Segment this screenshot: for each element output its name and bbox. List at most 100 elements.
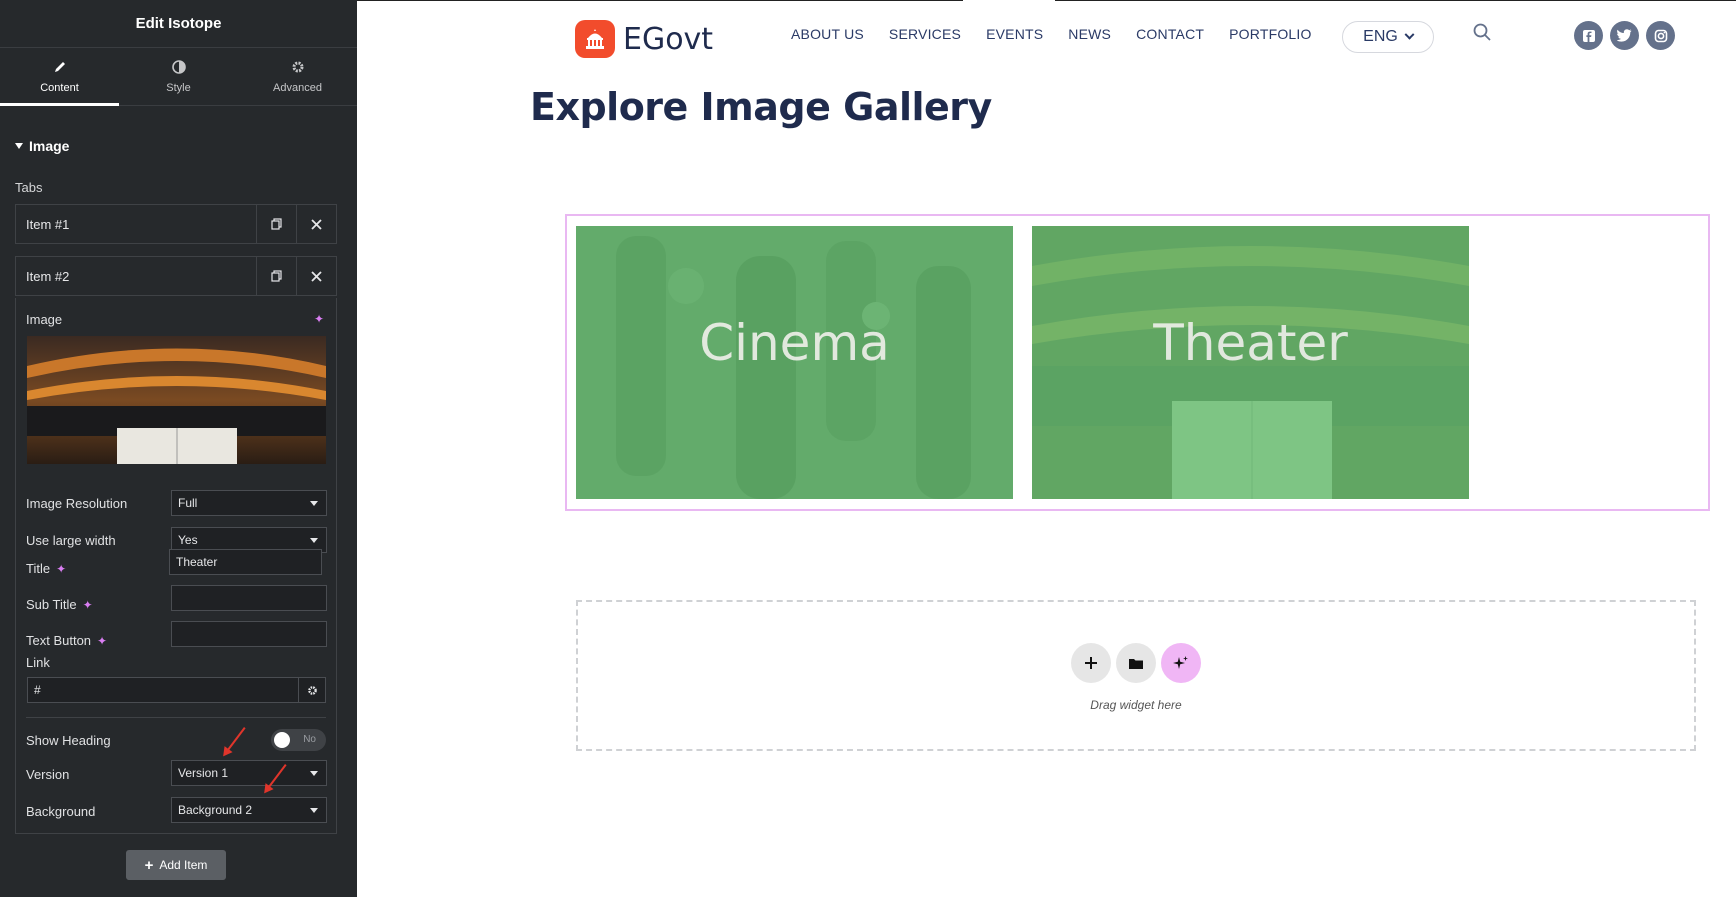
site-canvas: EGovt ABOUT US SERVICES EVENTS NEWS CONT… (357, 0, 1736, 897)
chevron-down-icon (310, 770, 318, 776)
nav-news[interactable]: NEWS (1068, 26, 1111, 42)
version-field-label: Version (26, 767, 69, 782)
gear-icon (291, 60, 305, 77)
dropzone-text: Drag widget here (1090, 698, 1182, 712)
link-field-label: Link (26, 655, 50, 670)
facebook-icon[interactable] (1574, 21, 1603, 50)
repeater-item-label: Item #2 (26, 268, 70, 284)
use-large-width-label: Use large width (26, 533, 116, 548)
use-large-width-value: Yes (178, 533, 198, 547)
tab-style[interactable]: Style (119, 48, 238, 105)
capitol-building-icon (575, 20, 615, 58)
top-border (1055, 0, 1736, 1)
main-nav: ABOUT US SERVICES EVENTS NEWS CONTACT PO… (791, 26, 1312, 42)
toggle-knob (274, 732, 290, 748)
toggle-state-text: No (303, 734, 316, 745)
repeater-item-1[interactable]: Item #1 (15, 204, 337, 244)
chevron-down-icon (310, 537, 318, 543)
image-label-text: Image (26, 312, 63, 327)
instagram-icon[interactable] (1646, 21, 1675, 50)
image-resolution-select[interactable]: Full (171, 490, 327, 516)
tab-advanced[interactable]: Advanced (238, 48, 357, 105)
section-title: Image (29, 138, 70, 154)
text-button-label-text: Text Button (26, 633, 92, 648)
section-image-toggle[interactable]: Image (15, 138, 69, 154)
image-resolution-label-text: Image Resolution (26, 496, 128, 511)
add-section-plus-icon[interactable] (1071, 643, 1111, 683)
language-selector[interactable]: ENG (1342, 21, 1434, 53)
link-options-gear-icon[interactable] (298, 677, 326, 703)
widget-dropzone[interactable]: Drag widget here (576, 600, 1696, 751)
gallery-card-theater[interactable]: Theater (1032, 226, 1469, 499)
page-title: Explore Image Gallery (530, 85, 992, 129)
duplicate-icon[interactable] (256, 257, 296, 295)
card-title: Cinema (699, 314, 890, 372)
nav-portfolio[interactable]: PORTFOLIO (1229, 26, 1311, 42)
divider (26, 717, 326, 718)
ai-sparkle-icon[interactable]: ✦ (314, 312, 324, 326)
image-preview[interactable] (27, 336, 326, 464)
image-resolution-value: Full (178, 496, 198, 510)
chevron-down-icon (310, 500, 318, 506)
tabs-label: Tabs (15, 180, 43, 195)
card-title: Theater (1153, 314, 1348, 372)
gallery-card-cinema[interactable]: Cinema (576, 226, 1013, 499)
search-icon[interactable] (1473, 23, 1491, 41)
close-icon[interactable] (296, 257, 336, 295)
version-label-text: Version (26, 767, 70, 782)
show-heading-label-text: Show Heading (26, 733, 111, 748)
tab-advanced-label: Advanced (273, 81, 322, 94)
nav-services[interactable]: SERVICES (889, 26, 961, 42)
template-folder-icon[interactable] (1116, 643, 1156, 683)
site-logo[interactable]: EGovt (575, 20, 713, 58)
background-select[interactable]: Background 2 (171, 797, 327, 823)
use-large-width-label-text: Use large width (26, 533, 116, 548)
show-heading-toggle[interactable]: No (271, 729, 326, 751)
ai-sparkle-icon[interactable]: ✦ (56, 562, 66, 576)
image-field-label: Image (26, 312, 62, 327)
duplicate-icon[interactable] (256, 205, 296, 243)
background-label-text: Background (26, 804, 96, 819)
background-value: Background 2 (178, 803, 253, 817)
panel-tabs: Content Style Advanced (0, 48, 357, 106)
logo-text: EGovt (623, 21, 714, 57)
link-label-text: Link (26, 655, 50, 670)
isotope-gallery[interactable]: Cinema Theater (565, 214, 1710, 511)
tab-content[interactable]: Content (0, 48, 119, 106)
close-icon[interactable] (296, 205, 336, 243)
title-field-label: Title ✦ (26, 561, 66, 576)
repeater-item-2[interactable]: Item #2 (15, 256, 337, 296)
background-field-label: Background (26, 804, 95, 819)
subtitle-input[interactable] (171, 585, 327, 611)
version-value: Version 1 (178, 766, 229, 780)
repeater-item-2-body: Image ✦ Image Resolution Full Use large … (15, 298, 337, 834)
twitter-icon[interactable] (1610, 21, 1639, 50)
text-button-field-label: Text Button ✦ (26, 633, 107, 648)
caret-down-icon (15, 143, 23, 149)
subtitle-field-label: Sub Title ✦ (26, 597, 93, 612)
nav-about-us[interactable]: ABOUT US (791, 26, 864, 42)
version-select[interactable]: Version 1 (171, 760, 327, 786)
add-item-button[interactable]: + Add Item (126, 850, 226, 880)
subtitle-label-text: Sub Title (26, 597, 77, 612)
ai-sparkle-icon[interactable]: ✦ (83, 598, 93, 612)
repeater-item-label: Item #1 (26, 216, 70, 232)
ai-sparkle-icon[interactable] (1161, 643, 1201, 683)
image-resolution-label: Image Resolution (26, 496, 127, 511)
link-input[interactable] (27, 677, 299, 703)
tab-content-label: Content (40, 81, 79, 94)
tab-style-label: Style (166, 81, 191, 94)
text-button-input[interactable] (171, 621, 327, 647)
nav-events[interactable]: EVENTS (986, 26, 1043, 42)
ai-sparkle-icon[interactable]: ✦ (97, 634, 107, 648)
title-input[interactable] (169, 549, 322, 575)
pencil-icon (53, 60, 67, 77)
panel-title: Edit Isotope (0, 0, 357, 48)
half-circle-icon (171, 59, 186, 77)
chevron-down-icon (310, 807, 318, 813)
chevron-down-icon (1404, 29, 1415, 40)
nav-contact[interactable]: CONTACT (1136, 26, 1204, 42)
editor-panel: Edit Isotope Content Style Advanced Imag… (0, 0, 357, 897)
top-border (357, 0, 963, 1)
title-label-text: Title (26, 561, 51, 576)
